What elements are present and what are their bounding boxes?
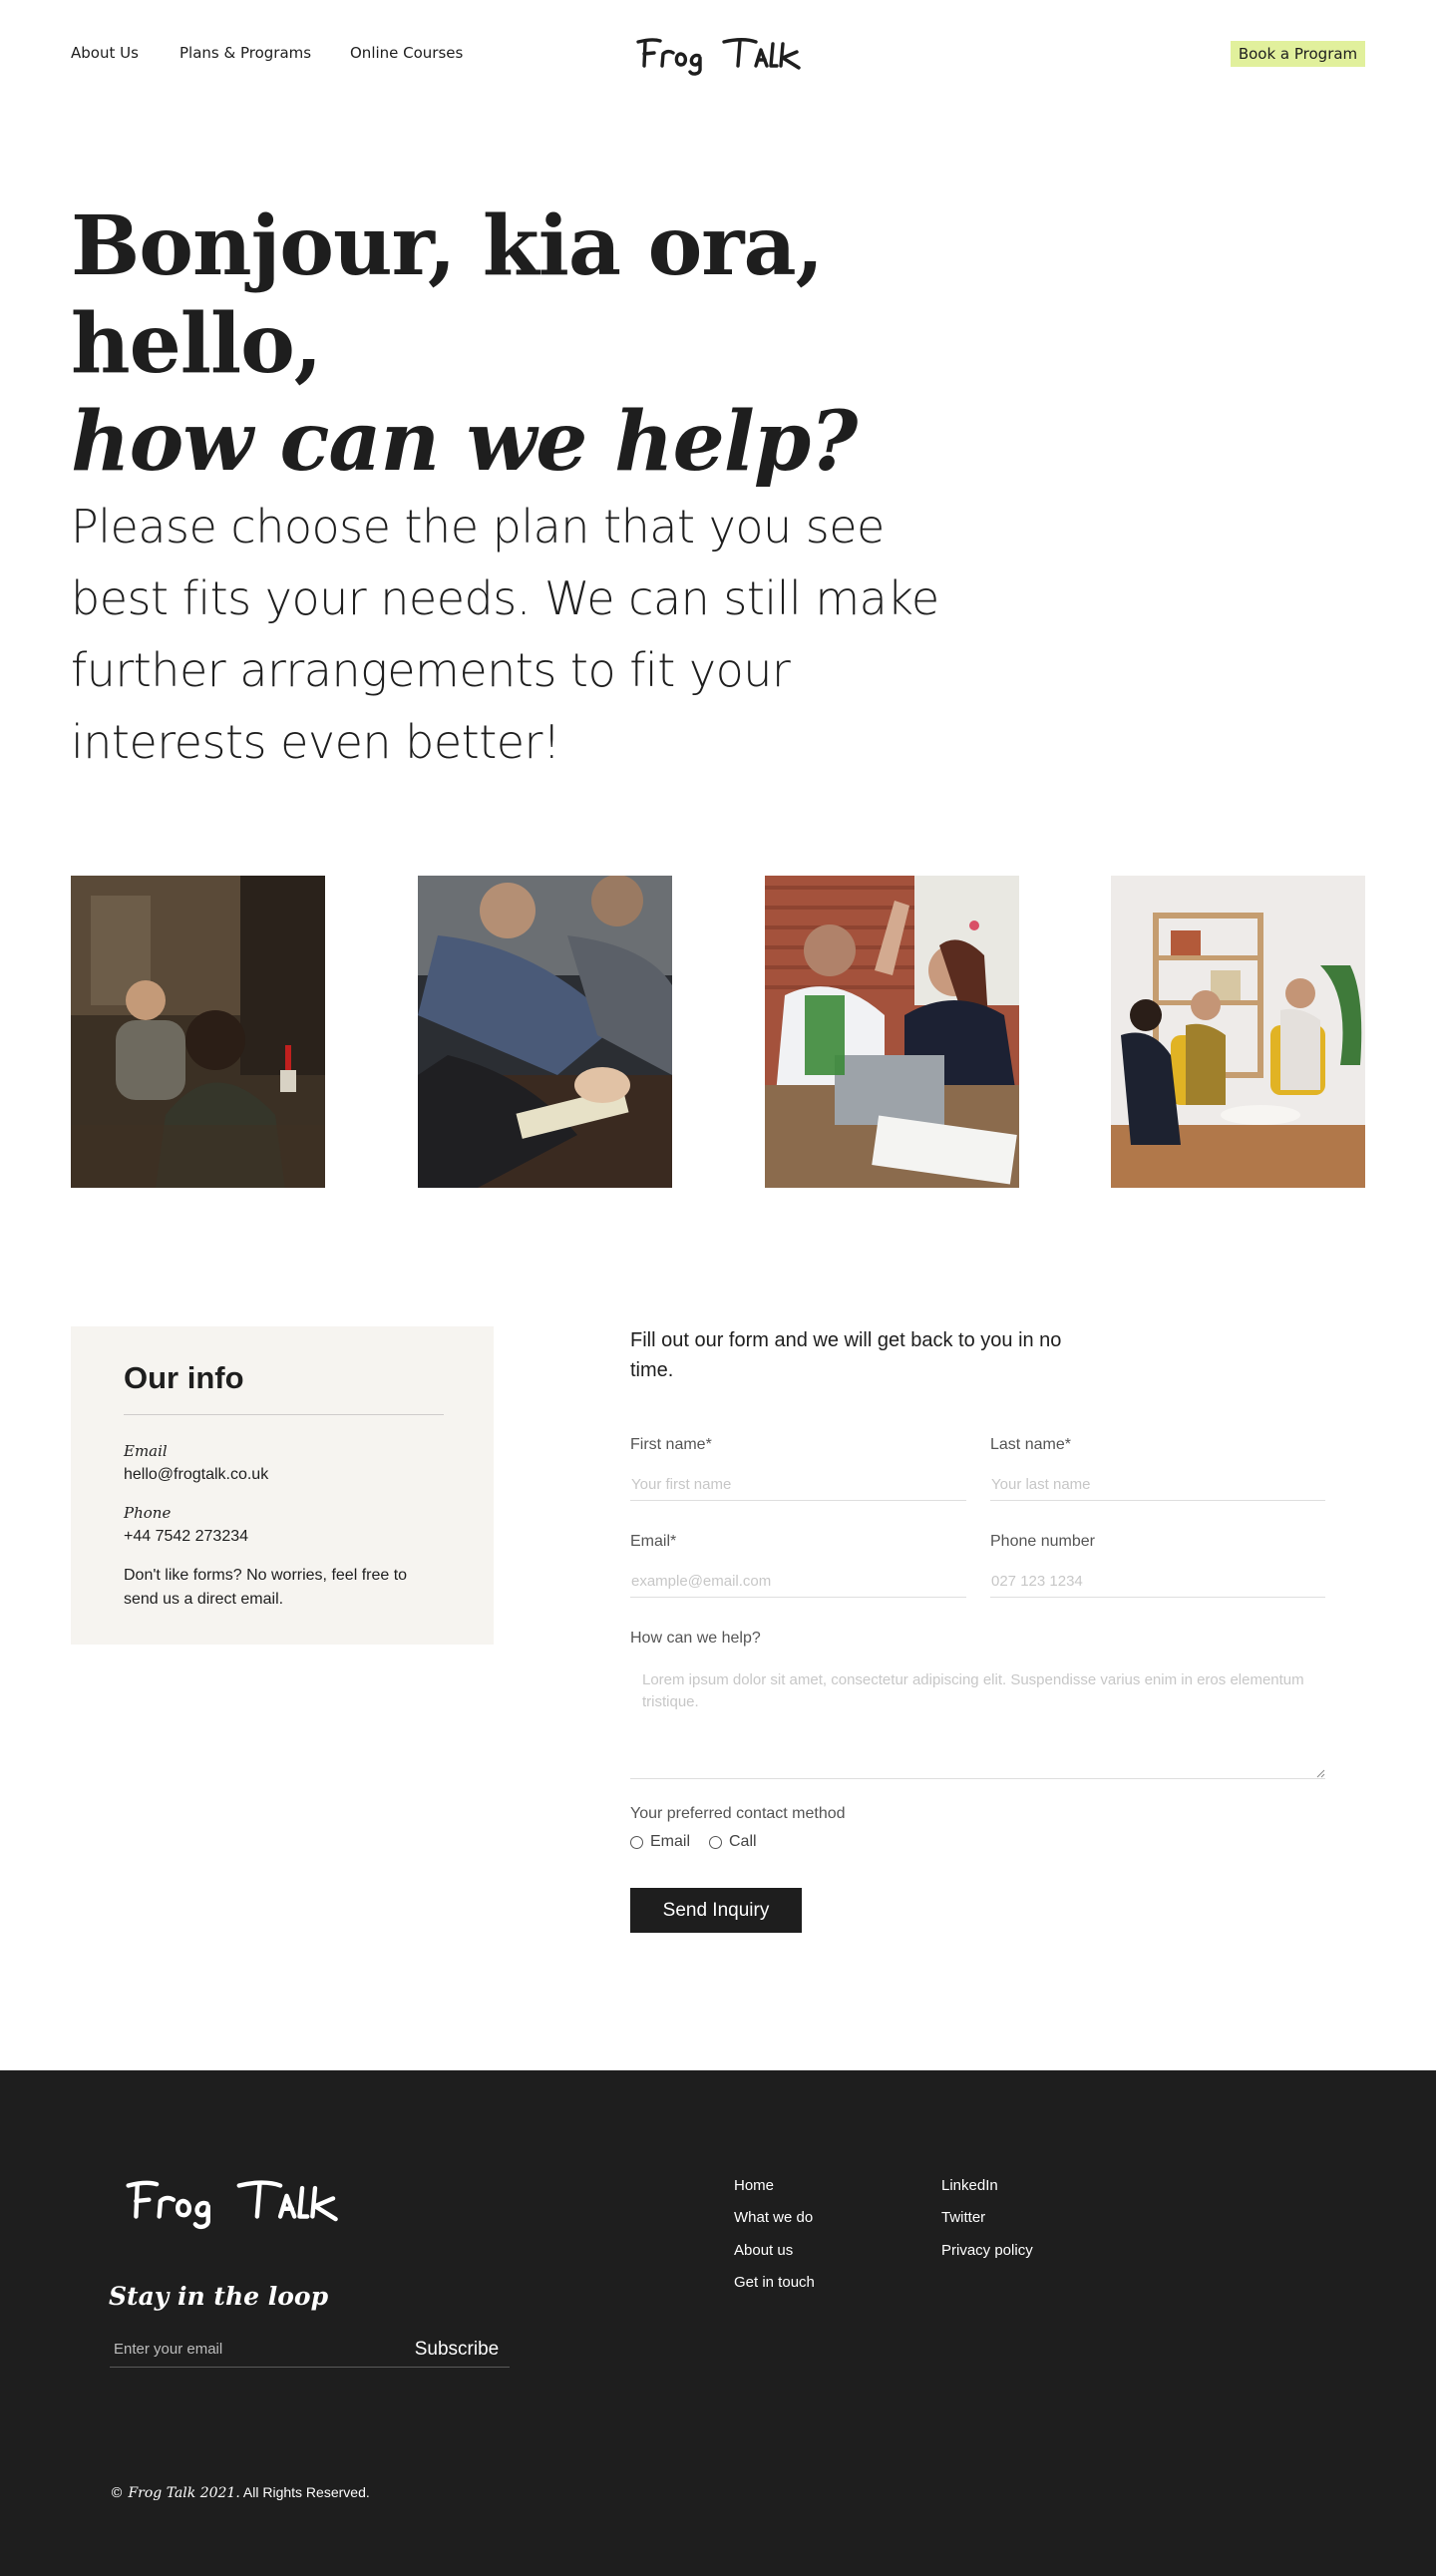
copyright-rights: All Rights Reserved. bbox=[239, 2484, 370, 2500]
footer-link-get-in-touch[interactable]: Get in touch bbox=[734, 2274, 815, 2291]
our-info-card: Our info Email hello@frogtalk.co.uk Phon… bbox=[71, 1326, 494, 1645]
copyright: © Frog Talk 2021. All Rights Reserved. bbox=[110, 2484, 370, 2501]
info-note: Don't like forms? No worries, feel free … bbox=[124, 1567, 408, 1608]
first-name-input[interactable] bbox=[630, 1469, 966, 1501]
nav-online-courses[interactable]: Online Courses bbox=[350, 44, 463, 62]
nav-plans-programs[interactable]: Plans & Programs bbox=[180, 44, 311, 62]
radio-email[interactable]: Email bbox=[630, 1833, 690, 1851]
email-label: Email* bbox=[630, 1533, 677, 1550]
phone-label: Phone number bbox=[990, 1533, 1095, 1550]
info-divider bbox=[124, 1414, 444, 1415]
stay-in-loop-title: Stay in the loop bbox=[109, 2282, 329, 2311]
nav-about-us[interactable]: About Us bbox=[71, 44, 139, 62]
copyright-brand: © Frog Talk 2021. bbox=[110, 2485, 240, 2501]
footer-link-about-us[interactable]: About us bbox=[734, 2242, 793, 2259]
last-name-input[interactable] bbox=[990, 1469, 1325, 1501]
info-title: Our info bbox=[124, 1360, 244, 1395]
subscribe-button[interactable]: Subscribe bbox=[404, 2332, 510, 2368]
footer-link-home[interactable]: Home bbox=[734, 2177, 774, 2194]
radio-circle-icon[interactable] bbox=[630, 1835, 643, 1849]
contact-method-label: Your preferred contact method bbox=[630, 1805, 846, 1822]
info-email-link[interactable]: hello@frogtalk.co.uk bbox=[124, 1466, 268, 1484]
photo-notebook-writing bbox=[418, 876, 672, 1188]
frog-talk-logo[interactable] bbox=[632, 30, 804, 78]
radio-call[interactable]: Call bbox=[709, 1833, 757, 1851]
footer-link-twitter[interactable]: Twitter bbox=[941, 2209, 985, 2226]
book-program-button[interactable]: Book a Program bbox=[1231, 41, 1365, 67]
hero-heading-line1: Bonjour, kia ora, hello, bbox=[71, 198, 824, 392]
photo-living-room-meeting bbox=[1111, 876, 1365, 1188]
help-textarea[interactable] bbox=[630, 1657, 1325, 1779]
radio-circle-icon[interactable] bbox=[709, 1835, 722, 1849]
photo-meeting-office bbox=[71, 876, 325, 1188]
resize-grip-icon[interactable] bbox=[1316, 1769, 1325, 1778]
newsletter-email-input[interactable] bbox=[110, 2332, 404, 2368]
footer-link-privacy-policy[interactable]: Privacy policy bbox=[941, 2242, 1033, 2259]
photo-high-five-team bbox=[765, 876, 1019, 1188]
phone-input[interactable] bbox=[990, 1566, 1325, 1598]
info-email-label: Email bbox=[124, 1442, 168, 1460]
footer-link-linkedin[interactable]: LinkedIn bbox=[941, 2177, 998, 2194]
radio-email-label: Email bbox=[650, 1833, 691, 1850]
footer-link-what-we-do[interactable]: What we do bbox=[734, 2209, 813, 2226]
help-label: How can we help? bbox=[630, 1630, 761, 1647]
hero-heading-line2: how can we help? bbox=[71, 394, 858, 490]
hero-paragraph: Please choose the plan that you see best… bbox=[71, 500, 939, 769]
form-intro: Fill out our form and we will get back t… bbox=[630, 1329, 1062, 1381]
first-name-label: First name* bbox=[630, 1436, 712, 1453]
last-name-label: Last name* bbox=[990, 1436, 1071, 1453]
site-header: About Us Plans & Programs Online Courses bbox=[0, 0, 1436, 108]
footer-frog-talk-logo[interactable] bbox=[108, 2170, 355, 2232]
hero-heading: Bonjour, kia ora, hello, how can we help… bbox=[71, 197, 968, 491]
info-phone-link[interactable]: +44 7542 273234 bbox=[124, 1528, 248, 1546]
send-inquiry-button[interactable]: Send Inquiry bbox=[630, 1888, 802, 1933]
site-footer: Stay in the loop Subscribe Home What we … bbox=[0, 2070, 1436, 2576]
radio-call-label: Call bbox=[729, 1833, 757, 1850]
email-input[interactable] bbox=[630, 1566, 966, 1598]
info-phone-label: Phone bbox=[124, 1504, 172, 1522]
